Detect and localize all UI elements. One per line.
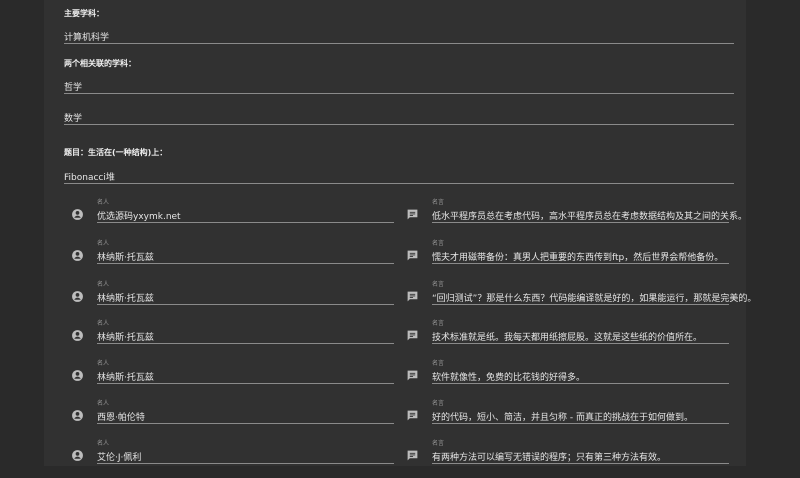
name-input[interactable]: 艾伦·J·佩利	[97, 450, 141, 463]
person-icon	[72, 250, 83, 261]
quote-underline	[432, 263, 729, 264]
quote-label: 名言	[432, 199, 445, 206]
name-label: 名人	[97, 240, 110, 247]
quote-label: 名言	[432, 400, 445, 407]
name-underline	[97, 463, 394, 464]
name-underline	[97, 343, 394, 344]
comment-icon	[407, 209, 418, 220]
quote-label: 名言	[432, 440, 445, 447]
person-icon	[72, 450, 83, 461]
quote-label: 名言	[432, 360, 445, 367]
quote-row: 名人 西恩·帕伦特 名言 好的代码，短小、简洁，并且匀称 - 而真正的挑战在于如…	[0, 398, 800, 438]
name-input[interactable]: 林纳斯·托瓦兹	[97, 370, 154, 383]
quote-row: 名人 艾伦·J·佩利 名言 有两种方法可以编写无错误的程序；只有第三种方法有效。	[0, 438, 800, 478]
quote-input[interactable]: 技术标准就是纸。我每天都用纸擦屁股。这就是这些纸的价值所在。	[432, 330, 702, 343]
person-icon	[72, 209, 83, 220]
name-input[interactable]: 林纳斯·托瓦兹	[97, 291, 154, 304]
comment-icon	[407, 450, 418, 461]
person-icon	[72, 370, 83, 381]
comment-icon	[407, 250, 418, 261]
quote-input[interactable]: “回归测试”？那是什么东西？代码能编译就是好的，如果能运行，那就是完美的。	[432, 291, 756, 304]
comment-icon	[407, 370, 418, 381]
quote-underline	[432, 343, 729, 344]
related-subject-2-input[interactable]: 数学	[64, 111, 82, 124]
name-label: 名人	[97, 400, 110, 407]
quote-underline	[432, 423, 729, 424]
name-label: 名人	[97, 440, 110, 447]
name-input[interactable]: 林纳斯·托瓦兹	[97, 250, 154, 263]
person-icon	[72, 330, 83, 341]
comment-icon	[407, 291, 418, 302]
name-input[interactable]: 西恩·帕伦特	[97, 410, 145, 423]
main-subject-input[interactable]: 计算机科学	[64, 30, 109, 43]
person-icon	[72, 291, 83, 302]
quote-input[interactable]: 好的代码，短小、简洁，并且匀称 - 而真正的挑战在于如何做到。	[432, 410, 693, 423]
main-subject-label: 主要学科：	[64, 9, 104, 18]
quote-row: 名人 林纳斯·托瓦兹 名言 技术标准就是纸。我每天都用纸擦屁股。这就是这些纸的价…	[0, 318, 800, 358]
quote-label: 名言	[432, 320, 445, 327]
quote-label: 名言	[432, 281, 445, 288]
main-subject-underline	[64, 43, 734, 44]
name-underline	[97, 263, 394, 264]
related-subjects-label: 两个相关联的学科：	[64, 59, 136, 68]
quote-input[interactable]: 软件就像性，免费的比花钱的好得多。	[432, 370, 585, 383]
topic-underline	[64, 183, 734, 184]
quote-underline	[432, 304, 729, 305]
name-underline	[97, 304, 394, 305]
person-icon	[72, 410, 83, 421]
quote-input[interactable]: 低水平程序员总在考虑代码，高水平程序员总在考虑数据结构及其之间的关系。	[432, 209, 747, 222]
name-label: 名人	[97, 360, 110, 367]
quote-underline	[432, 383, 729, 384]
name-underline	[97, 222, 394, 223]
quote-row: 名人 优选源码yxymk.net 名言 低水平程序员总在考虑代码，高水平程序员总…	[0, 197, 800, 237]
quote-input[interactable]: 有两种方法可以编写无错误的程序；只有第三种方法有效。	[432, 450, 666, 463]
related-subject-1-underline	[64, 93, 734, 94]
quote-underline	[432, 222, 729, 223]
quote-underline	[432, 463, 729, 464]
name-input[interactable]: 林纳斯·托瓦兹	[97, 330, 154, 343]
topic-input[interactable]: Fibonacci堆	[64, 170, 115, 183]
comment-icon	[407, 330, 418, 341]
name-label: 名人	[97, 320, 110, 327]
quote-row: 名人 林纳斯·托瓦兹 名言 “回归测试”？那是什么东西？代码能编译就是好的，如果…	[0, 279, 800, 319]
name-input[interactable]: 优选源码yxymk.net	[97, 209, 181, 222]
name-underline	[97, 423, 394, 424]
quote-row: 名人 林纳斯·托瓦兹 名言 软件就像性，免费的比花钱的好得多。	[0, 358, 800, 398]
name-underline	[97, 383, 394, 384]
topic-label: 题目：生活在(一种结构)上：	[64, 148, 168, 157]
quote-row: 名人 林纳斯·托瓦兹 名言 懦夫才用磁带备份：真男人把重要的东西传到ftp，然后…	[0, 238, 800, 278]
comment-icon	[407, 410, 418, 421]
related-subject-1-input[interactable]: 哲学	[64, 80, 82, 93]
name-label: 名人	[97, 199, 110, 206]
quote-input[interactable]: 懦夫才用磁带备份：真男人把重要的东西传到ftp，然后世界会帮他备份。	[432, 250, 723, 263]
quote-label: 名言	[432, 240, 445, 247]
name-label: 名人	[97, 281, 110, 288]
related-subject-2-underline	[64, 124, 734, 125]
